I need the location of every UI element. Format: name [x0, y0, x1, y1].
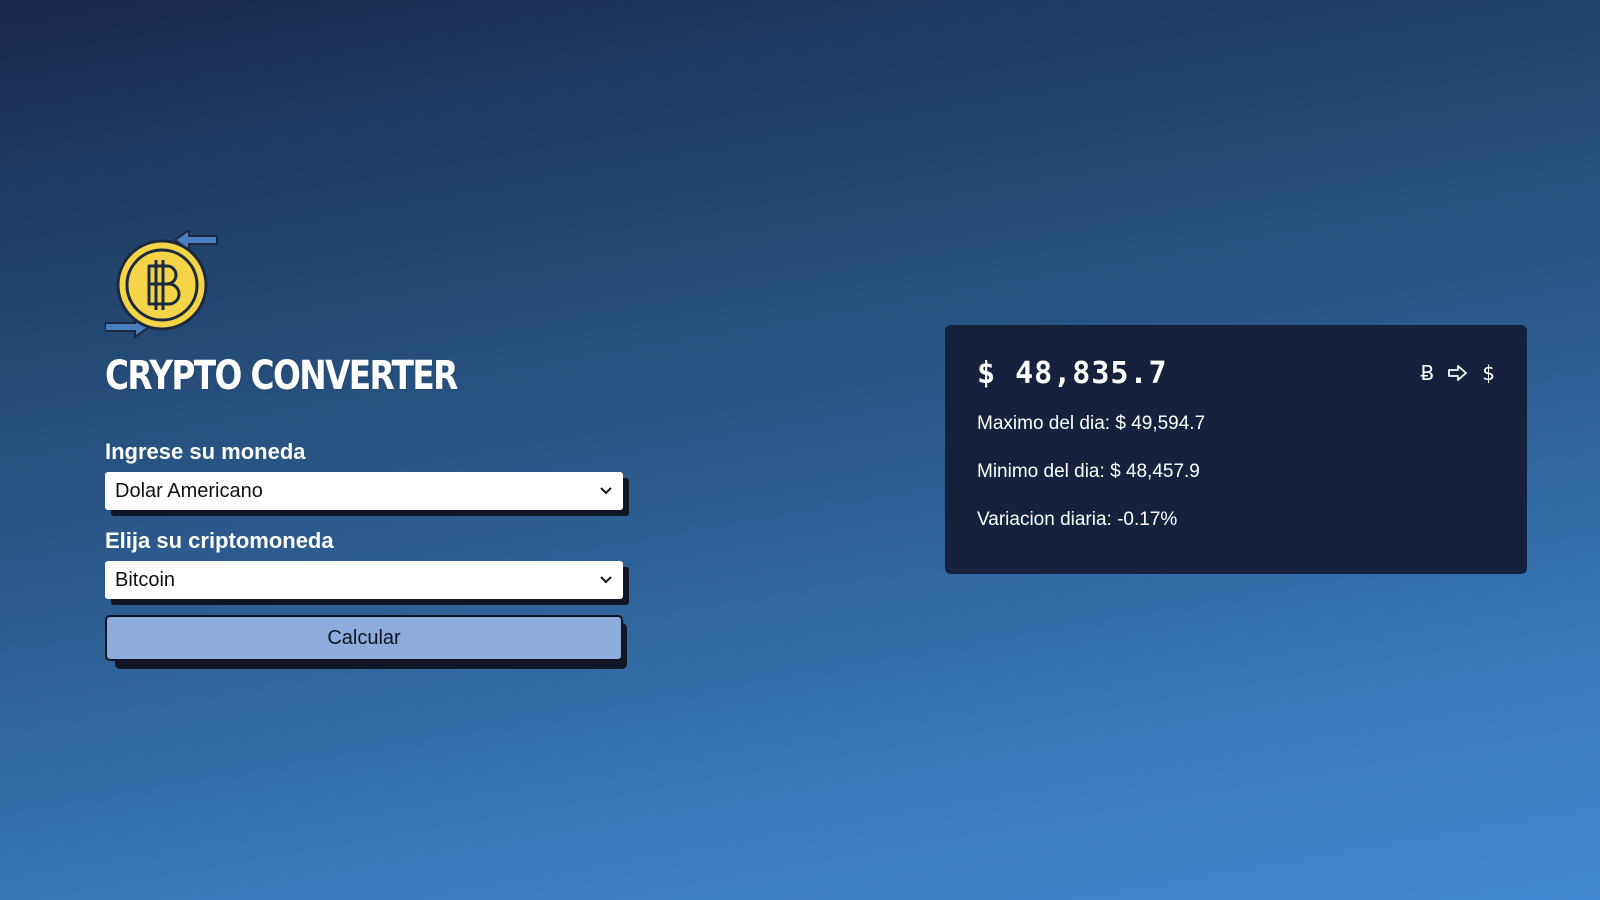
crypto-select-value: Bitcoin [115, 568, 176, 591]
daily-low: Minimo del dia: $ 48,457.9 [977, 459, 1495, 485]
daily-change: Variacion diaria: -0.17% [977, 507, 1495, 533]
crypto-label: Elija su criptomoneda [105, 528, 334, 553]
app-title: CRYPTO CONVERTER [105, 353, 458, 399]
crypto-select[interactable]: Bitcoin [105, 561, 623, 599]
currency-label: Ingrese su moneda [105, 439, 306, 464]
daily-high: Maximo del dia: $ 49,594.7 [977, 411, 1495, 437]
currency-select-wrapper: Dolar Americano [105, 472, 629, 516]
daily-change-label: Variacion diaria: [977, 509, 1112, 530]
crypto-select-wrapper: Bitcoin [105, 561, 629, 605]
arrow-right-icon [1448, 365, 1468, 381]
bitcoin-exchange-icon [105, 230, 225, 345]
bitcoin-symbol-icon: Ƀ [1420, 361, 1435, 385]
chevron-down-icon [599, 573, 613, 587]
current-price: $ 48,835.7 [977, 355, 1168, 391]
chevron-down-icon [599, 484, 613, 498]
dollar-symbol-icon: $ [1482, 361, 1495, 385]
conversion-pair: Ƀ $ [1421, 361, 1495, 385]
converter-panel: CRYPTO CONVERTER Ingrese su moneda Dolar… [105, 230, 629, 669]
daily-high-value: $ 49,594.7 [1115, 413, 1206, 434]
daily-low-value: $ 48,457.9 [1110, 461, 1200, 482]
daily-low-label: Minimo del dia: [977, 461, 1105, 482]
result-card: $ 48,835.7 Ƀ $ Maximo del dia: $ 49,594.… [945, 325, 1527, 574]
currency-select-value: Dolar Americano [115, 479, 263, 502]
calculate-button-wrapper: Calcular [105, 615, 627, 669]
calculate-button[interactable]: Calcular [105, 615, 623, 661]
result-header: $ 48,835.7 Ƀ $ [977, 355, 1495, 391]
daily-high-label: Maximo del dia: [977, 413, 1111, 434]
currency-select[interactable]: Dolar Americano [105, 472, 623, 510]
daily-change-value: -0.17% [1117, 509, 1178, 530]
